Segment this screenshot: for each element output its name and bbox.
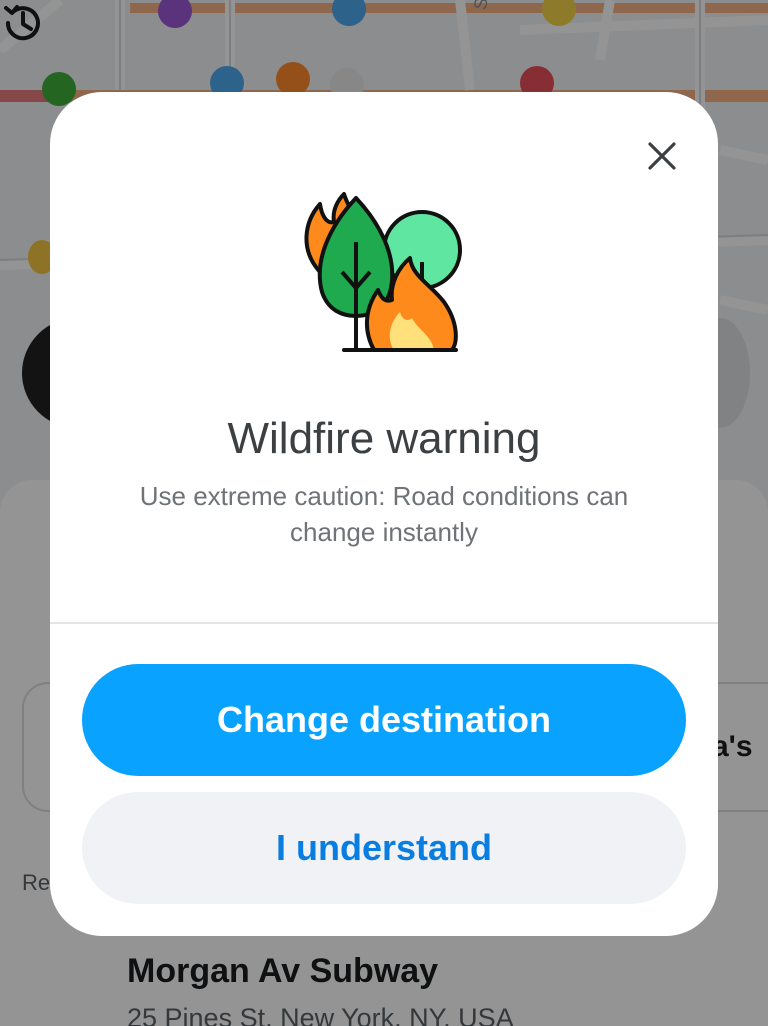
close-icon xyxy=(648,142,676,170)
wildfire-icon xyxy=(304,192,462,352)
dialog-divider xyxy=(50,622,718,624)
dialog-message: Use extreme caution: Road conditions can… xyxy=(139,481,629,547)
dialog-title: Wildfire warning xyxy=(227,414,541,463)
change-destination-button[interactable]: Change destination xyxy=(82,664,686,776)
i-understand-button[interactable]: I understand xyxy=(82,792,686,904)
wildfire-warning-dialog: Wildfire warning Use extreme caution: Ro… xyxy=(50,92,718,936)
close-button[interactable] xyxy=(634,128,690,184)
